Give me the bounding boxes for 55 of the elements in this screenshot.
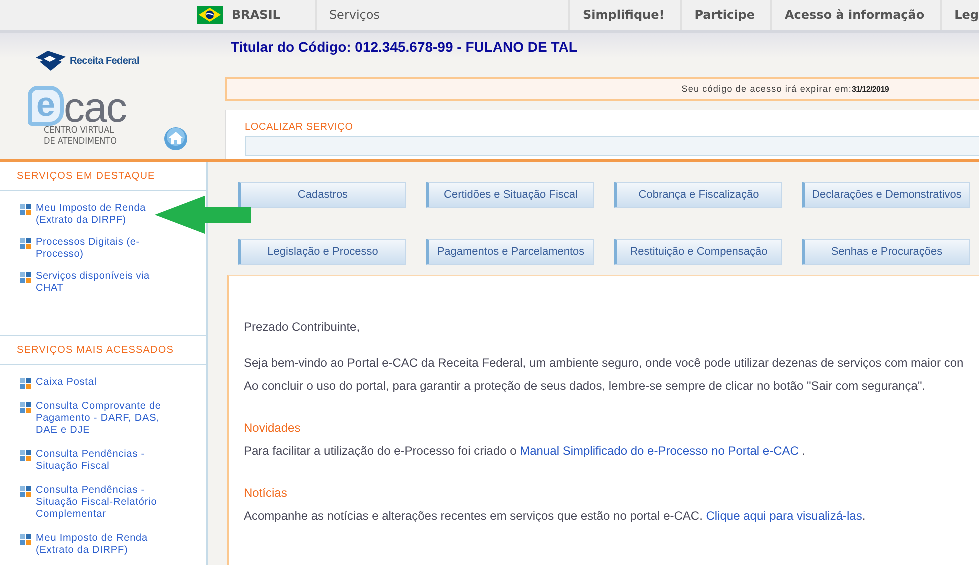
nav-link[interactable]: Acesso à informação	[770, 0, 940, 30]
section-heading: Notícias	[244, 486, 288, 500]
bullet-icon	[20, 378, 31, 389]
paragraph-text: Seja bem-vindo ao Portal e-CAC da Receita Federal, um ambiente seguro, onde você pode utilizar dezenas de serviços com maior con	[244, 356, 965, 370]
bullet-icon	[20, 486, 31, 497]
sidebar-link[interactable]: Consulta Pendências - Situação Fiscal-Relatório Complementar	[36, 485, 168, 521]
holder-title: Titular do Código: 012.345.678-99 - FULANO DE TAL	[231, 39, 578, 57]
service-button[interactable]: Pagamentos e Parcelamentos	[426, 238, 594, 264]
agency-name: Receita Federal	[70, 56, 140, 66]
nav-link[interactable]: Simplifique!	[568, 0, 680, 30]
section-title: SERVIÇOS EM DESTAQUE	[0, 162, 206, 191]
bullet-icon	[20, 238, 31, 249]
flag-icon	[197, 6, 223, 24]
agency-emblem-icon	[34, 50, 68, 72]
section-title: SERVIÇOS MAIS ACESSADOS	[0, 336, 206, 365]
logo-subtitle: DE ATENDIMENTO	[44, 137, 118, 148]
nav-link[interactable]: Participe	[680, 0, 770, 30]
bullet-icon	[20, 534, 31, 545]
sidebar-link[interactable]: Meu Imposto de Renda (Extrato da DIRPF)	[36, 203, 153, 227]
sidebar-link[interactable]: Meu Imposto de Renda (Extrato da DIRPF)	[36, 533, 168, 557]
paragraph-text: Acompanhe as notícias e alterações recentes em serviços que estão no portal e-CAC. Clique aqui para visualizá-las.	[244, 509, 867, 523]
nav-link[interactable]: Serviços	[317, 0, 380, 30]
sidebar-link[interactable]: Serviços disponíveis via CHAT	[36, 271, 153, 295]
service-button[interactable]: Cadastros	[238, 182, 406, 208]
bullet-icon	[20, 450, 31, 461]
service-button[interactable]: Declarações e Demonstrativos	[802, 182, 970, 208]
bullet-icon	[20, 402, 31, 413]
section-heading: Novidades	[244, 421, 302, 435]
sidebar-link[interactable]: Consulta Comprovante de Pagamento - DARF, DAS, DAE e DJE	[36, 401, 168, 437]
bullet-icon	[20, 272, 31, 283]
arrow-icon	[155, 196, 251, 234]
search-label: LOCALIZAR SERVIÇO	[245, 122, 354, 133]
nav-link[interactable]: Leg	[940, 0, 979, 30]
service-button[interactable]: Senhas e Procurações	[802, 238, 970, 264]
logo-text: cac	[64, 90, 126, 126]
service-button[interactable]: Legislação e Processo	[238, 238, 406, 264]
sidebar-link[interactable]: Caixa Postal	[36, 377, 168, 389]
greeting-text: Prezado Contribuinte,	[244, 320, 362, 334]
text-link[interactable]: Manual Simplificado do e-Processo no Portal e-CAC	[520, 444, 799, 458]
logo-subtitle: CENTRO VIRTUAL	[44, 126, 116, 137]
home-icon[interactable]	[164, 127, 188, 151]
logo-letter: e	[28, 86, 64, 126]
expiry-date: 31/12/2019	[852, 84, 889, 94]
paragraph-text: Ao concluir o uso do portal, para garantir a proteção de seus dados, lembre-se sempre de clicar no botão "Sair com segurança".	[244, 379, 927, 393]
text-link[interactable]: Clique aqui para visualizá-las	[706, 509, 862, 523]
service-button[interactable]: Certidões e Situação Fiscal	[426, 182, 594, 208]
expiry-text: Seu código de acesso irá expirar em:	[682, 84, 852, 94]
service-button[interactable]: Restituição e Compensação	[614, 238, 782, 264]
bullet-icon	[20, 204, 31, 215]
search-field[interactable]	[245, 136, 979, 156]
country-label: BRASIL	[232, 8, 280, 22]
sidebar-link[interactable]: Consulta Pendências - Situação Fiscal	[36, 449, 168, 473]
sidebar-link[interactable]: Processos Digitais (e-Processo)	[36, 237, 153, 261]
paragraph-text: Para facilitar a utilização do e-Processo foi criado o Manual Simplificado do e-Processo no Portal e-CAC .	[244, 444, 807, 458]
service-button[interactable]: Cobrança e Fiscalização	[614, 182, 782, 208]
